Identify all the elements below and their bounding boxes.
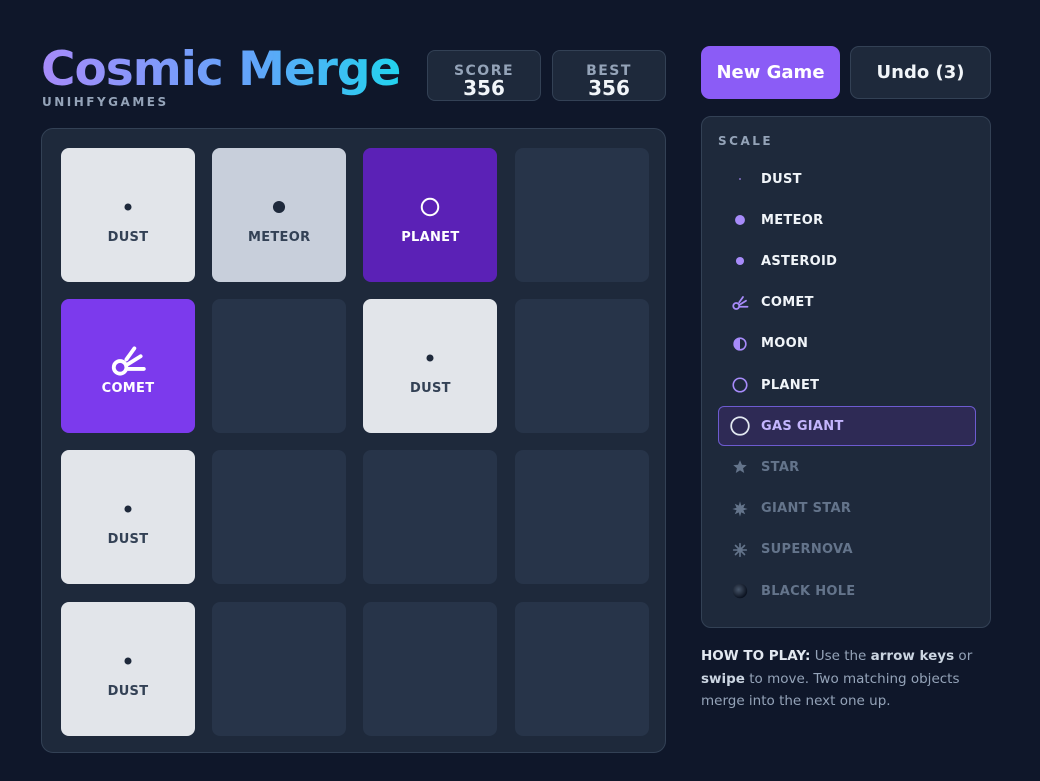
tile-label: DUST xyxy=(107,230,149,245)
tile-planet: PLANET xyxy=(363,148,498,282)
planet-icon xyxy=(419,190,441,224)
dust-icon xyxy=(117,190,139,224)
gas-giant-icon xyxy=(719,415,761,437)
tile-dust: DUST xyxy=(61,148,195,282)
scale-item-giant-star: GIANT STAR xyxy=(718,489,976,529)
tile-label: DUST xyxy=(410,381,451,397)
how-to-text: Use the xyxy=(810,648,871,664)
giant-star-icon xyxy=(719,500,761,518)
tile-label: DUST xyxy=(107,532,149,548)
tile-dust: DUST xyxy=(61,450,195,585)
black-hole-icon xyxy=(719,582,761,600)
board-cell xyxy=(514,450,649,585)
meteor-icon xyxy=(268,190,290,224)
scale-item-label: GAS GIANT xyxy=(761,418,844,434)
score-value: 356 xyxy=(463,76,505,100)
game-subtitle: UNIHFYGAMES xyxy=(42,95,169,109)
scale-title: SCALE xyxy=(718,134,774,148)
board-cell xyxy=(514,299,649,434)
how-to-play: HOW TO PLAY: Use the arrow keys or swipe… xyxy=(701,645,991,713)
scale-item-label: MOON xyxy=(761,336,809,352)
board-cell xyxy=(212,299,347,434)
tile-label: DUST xyxy=(107,683,149,699)
tile-label: METEOR xyxy=(247,230,311,245)
scale-item-label: METEOR xyxy=(761,212,824,228)
moon-icon xyxy=(719,335,761,353)
asteroid-icon xyxy=(719,252,761,270)
scale-item-black-hole: BLACK HOLE xyxy=(718,571,976,611)
best-score-box: BEST 356 xyxy=(552,50,666,101)
tile-comet: COMET xyxy=(61,299,195,434)
game-board[interactable]: DUST METEOR PLANET COMET DUST DUST DUST xyxy=(41,128,666,753)
board-cell xyxy=(363,450,498,585)
scale-item-label: GIANT STAR xyxy=(761,501,852,517)
scale-item-planet: PLANET xyxy=(718,365,976,405)
game-title: Cosmic Merge xyxy=(41,42,401,97)
swipe-text: swipe xyxy=(701,670,745,687)
supernova-icon xyxy=(719,541,761,559)
board-cell xyxy=(363,601,498,736)
scale-item-meteor: METEOR xyxy=(718,200,976,240)
planet-icon xyxy=(719,376,761,394)
scale-item-comet: COMET xyxy=(718,283,976,323)
score-box: SCORE 356 xyxy=(427,50,541,101)
scale-item-label: ASTEROID xyxy=(761,253,838,269)
scale-item-star: STAR xyxy=(718,447,976,487)
scale-item-label: STAR xyxy=(761,459,800,475)
board-cell xyxy=(212,450,347,585)
scale-item-asteroid: ASTEROID xyxy=(718,241,976,281)
scale-item-dust: DUST xyxy=(718,159,976,199)
best-value: 356 xyxy=(588,76,630,100)
comet-icon xyxy=(719,294,761,312)
dust-icon xyxy=(117,644,139,678)
arrow-keys-text: arrow keys xyxy=(870,648,955,664)
new-game-button[interactable]: New Game xyxy=(701,46,840,99)
scale-item-label: DUST xyxy=(761,171,802,187)
tile-meteor: METEOR xyxy=(212,148,347,282)
star-icon xyxy=(719,458,761,476)
board-cell xyxy=(514,601,649,736)
board-cell xyxy=(212,601,347,736)
tile-dust: DUST xyxy=(363,299,498,434)
how-to-text: or xyxy=(954,648,973,664)
comet-icon xyxy=(109,343,147,379)
dust-icon xyxy=(419,341,441,375)
scale-item-label: COMET xyxy=(761,295,814,311)
scale-item-label: BLACK HOLE xyxy=(761,583,856,599)
scale-item-label: PLANET xyxy=(761,377,820,393)
tile-label: PLANET xyxy=(401,230,460,245)
tile-label: COMET xyxy=(101,381,155,397)
scale-item-moon: MOON xyxy=(718,324,976,364)
dust-icon xyxy=(117,492,139,526)
tile-dust: DUST xyxy=(61,601,195,736)
board-cell xyxy=(514,148,649,282)
undo-button[interactable]: Undo (3) xyxy=(850,46,991,99)
scale-item-gas-giant: GAS GIANT xyxy=(718,406,976,447)
scale-item-supernova: SUPERNOVA xyxy=(718,530,976,570)
dust-icon xyxy=(719,172,761,186)
scale-panel: SCALE DUST METEOR ASTEROID COMET MOON PLANET G… xyxy=(701,116,991,628)
scale-item-label: SUPERNOVA xyxy=(761,542,853,558)
how-to-play-heading: HOW TO PLAY: xyxy=(701,648,811,664)
meteor-icon xyxy=(719,211,761,229)
